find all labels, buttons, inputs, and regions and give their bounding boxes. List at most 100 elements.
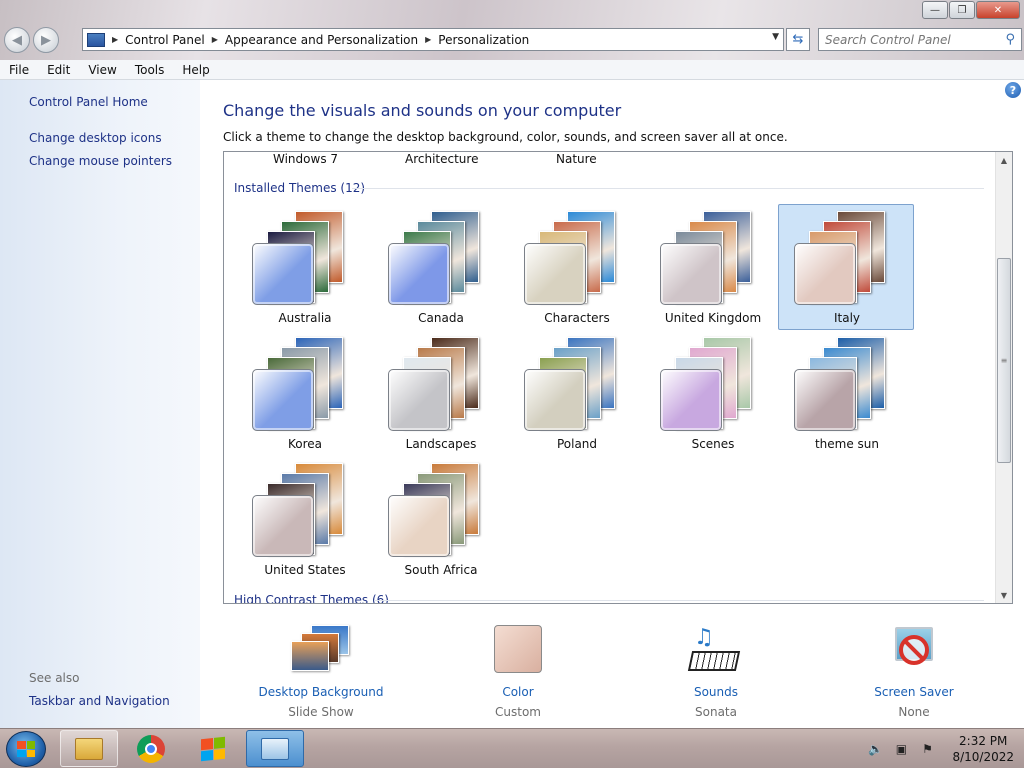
theme-color-swatch [524,369,586,431]
theme-tile[interactable]: Landscapes [372,330,508,456]
theme-color-swatch [388,369,450,431]
menu-file[interactable]: File [0,63,38,77]
taskbar-file-explorer[interactable] [60,730,118,767]
taskbar: 🔈 ▣ ⚑ 2:32 PM 8/10/2022 [0,728,1024,768]
theme-tile[interactable]: Italy [778,204,914,330]
chrome-icon [137,734,165,763]
taskbar-windows-media[interactable] [184,730,242,767]
start-button[interactable] [6,731,46,767]
theme-label: South Africa [404,563,478,577]
window-titlebar: — ❐ ✕ ◀ ▶ ▶ Control Panel ▶ Appearance a… [0,0,1024,60]
theme-color-swatch [524,243,586,305]
section-divider [352,188,984,189]
back-button[interactable]: ◀ [4,27,30,53]
theme-label: Poland [556,437,598,451]
control-panel-home-link[interactable]: Control Panel Home [29,95,148,109]
breadcrumb-appearance[interactable]: Appearance and Personalization [225,33,418,47]
taskbar-navigation-link[interactable]: Taskbar and Navigation [29,694,170,708]
change-desktop-icons-link[interactable]: Change desktop icons [29,131,162,145]
photo-stack-icon [291,625,351,677]
refresh-button[interactable]: ⇆ [786,28,810,51]
scroll-up-icon[interactable]: ▲ [996,152,1012,168]
high-contrast-themes-heading: High Contrast Themes (6) [234,593,389,604]
desktop-background-item[interactable]: Desktop Background Slide Show [246,625,396,719]
close-button[interactable]: ✕ [976,1,1020,19]
theme-label-partial[interactable]: Architecture [405,152,478,166]
theme-color-swatch [252,369,314,431]
scroll-thumb[interactable]: ≡ [997,258,1011,463]
color-item[interactable]: Color Custom [458,625,578,719]
breadcrumb-arrow-icon[interactable]: ▶ [112,35,118,44]
scroll-down-icon[interactable]: ▼ [996,587,1012,603]
menu-tools[interactable]: Tools [126,63,174,77]
theme-list[interactable]: Windows 7 Architecture Nature Installed … [223,151,1013,604]
installed-themes-heading: Installed Themes (12) [234,181,366,195]
theme-tile[interactable]: Canada [372,204,508,330]
screen-saver-value: None [898,705,930,719]
theme-tile[interactable]: Characters [508,204,644,330]
breadcrumb-arrow-icon[interactable]: ▶ [425,35,431,44]
search-input[interactable] [825,32,1000,47]
theme-color-swatch [388,495,450,557]
change-mouse-pointers-link[interactable]: Change mouse pointers [29,154,172,168]
theme-color-swatch [660,243,722,305]
theme-tile[interactable]: Korea [236,330,372,456]
theme-tile[interactable]: South Africa [372,456,508,582]
network-icon[interactable]: ▣ [893,741,909,757]
theme-list-scrollbar[interactable]: ▲ ≡ ▼ [995,152,1012,603]
speaker-muted-icon[interactable]: 🔈 [867,741,883,757]
help-icon[interactable]: ? [1005,82,1021,98]
breadcrumb-control-panel[interactable]: Control Panel [125,33,205,47]
theme-tile[interactable]: United States [236,456,372,582]
screen-saver-item[interactable]: Screen Saver None [854,625,974,719]
chevron-down-icon[interactable]: ▼ [772,32,779,42]
clock-date: 8/10/2022 [952,750,1014,764]
clock[interactable]: 2:32 PM 8/10/2022 [952,733,1014,765]
theme-tile[interactable]: Poland [508,330,644,456]
clock-time: 2:32 PM [959,734,1008,748]
section-divider [374,600,984,601]
search-box[interactable]: ⚲ [818,28,1022,51]
screen-saver-link[interactable]: Screen Saver [854,685,974,699]
color-swatch-icon [494,625,542,673]
theme-color-swatch [794,243,856,305]
theme-label-partial[interactable]: Windows 7 [273,152,338,166]
theme-color-swatch [388,243,450,305]
menu-help[interactable]: Help [173,63,218,77]
color-value: Custom [495,705,541,719]
music-keyboard-icon: ♫ [687,625,742,675]
menu-view[interactable]: View [79,63,125,77]
theme-label-partial[interactable]: Nature [556,152,597,166]
theme-tile[interactable]: theme sun [778,330,914,456]
see-also-heading: See also [29,671,80,685]
breadcrumb-arrow-icon[interactable]: ▶ [212,35,218,44]
menu-edit[interactable]: Edit [38,63,79,77]
system-tray: 🔈 ▣ ⚑ 2:32 PM 8/10/2022 [862,729,1014,769]
forward-button[interactable]: ▶ [33,27,59,53]
window-controls: — ❐ ✕ [921,1,1020,19]
breadcrumb-personalization[interactable]: Personalization [438,33,529,47]
theme-label: United States [264,563,346,577]
theme-color-swatch [252,495,314,557]
taskbar-control-panel[interactable] [246,730,304,767]
color-link[interactable]: Color [458,685,578,699]
desktop-background-link[interactable]: Desktop Background [246,685,396,699]
refresh-icon: ⇆ [792,32,804,47]
taskbar-chrome[interactable] [122,730,180,767]
menu-bar: File Edit View Tools Help [0,60,1024,80]
minimize-button[interactable]: — [922,1,948,19]
search-icon[interactable]: ⚲ [1005,32,1015,47]
sounds-link[interactable]: Sounds [656,685,776,699]
sounds-item[interactable]: ♫ Sounds Sonata [656,625,776,719]
maximize-button[interactable]: ❐ [949,1,975,19]
windows-media-icon [201,736,225,761]
theme-label: Canada [418,311,464,325]
theme-tile[interactable]: Australia [236,204,372,330]
action-center-flag-icon[interactable]: ⚑ [919,741,935,757]
address-bar[interactable]: ▶ Control Panel ▶ Appearance and Persona… [82,28,784,51]
folder-icon [75,737,103,760]
theme-label: Korea [287,437,323,451]
theme-tile[interactable]: Scenes [644,330,780,456]
left-task-pane: Control Panel Home Change desktop icons … [0,80,200,728]
theme-tile[interactable]: United Kingdom [644,204,780,330]
